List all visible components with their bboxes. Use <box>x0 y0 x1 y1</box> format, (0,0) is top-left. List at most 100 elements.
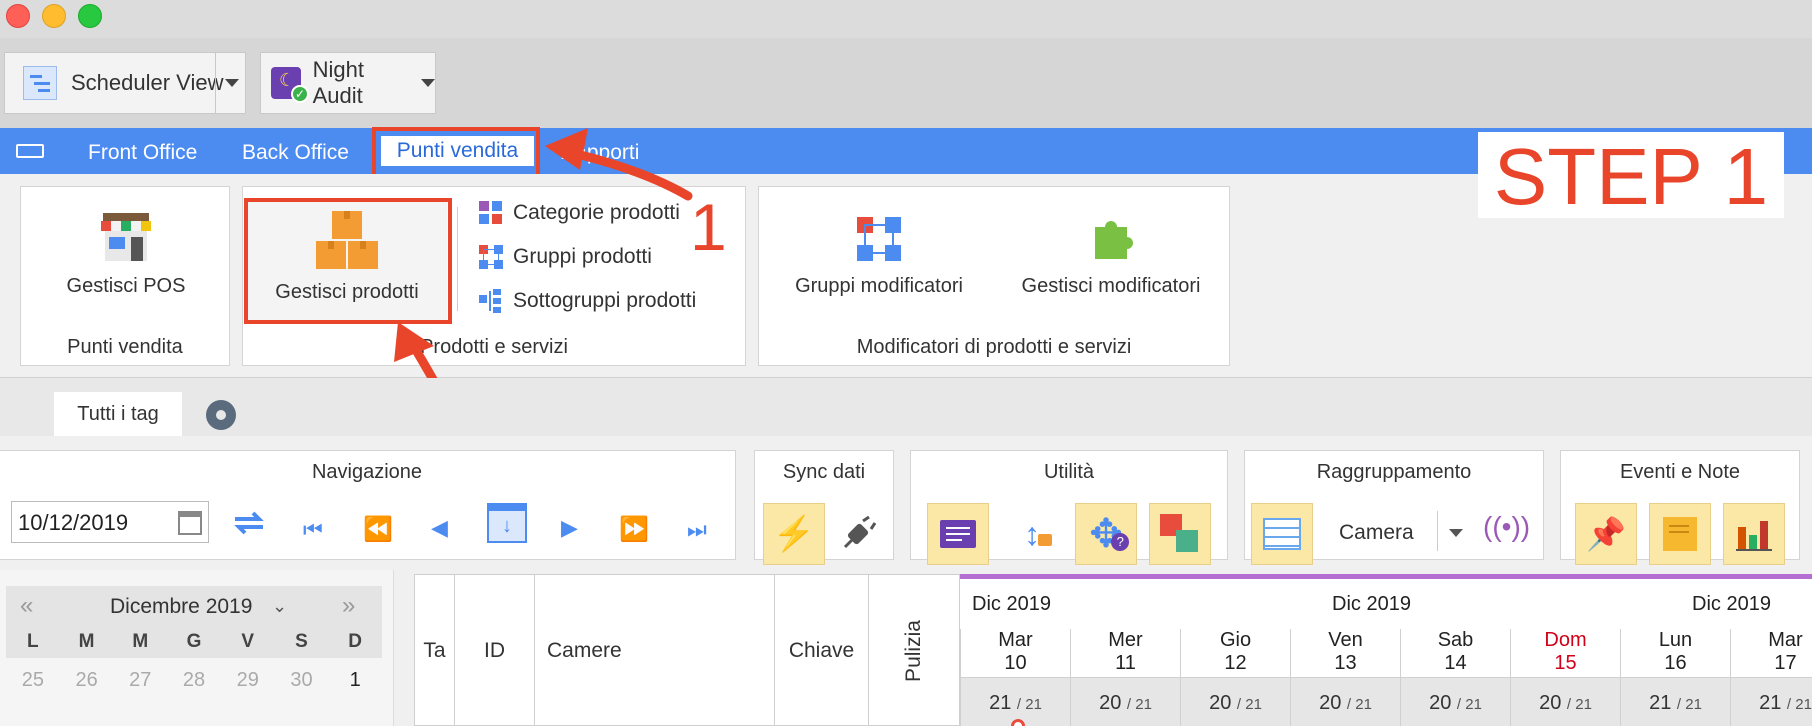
gestisci-pos-button[interactable]: Gestisci POS <box>21 201 231 301</box>
highlight-menu-rect <box>372 127 540 179</box>
calendar-day[interactable]: 28 <box>167 662 221 698</box>
gear-icon[interactable] <box>206 400 236 430</box>
gestisci-modificatori-button[interactable]: Gestisci modificatori <box>999 201 1223 301</box>
panel-eventi-note: Eventi e Note 📌 <box>1560 450 1800 565</box>
first-page-icon[interactable]: ⏮ <box>303 517 323 543</box>
night-audit-button[interactable]: ☾ ✓ Night Audit <box>260 52 436 114</box>
grouping-table-button[interactable] <box>1251 503 1313 565</box>
categorie-prodotti-item[interactable]: Categorie prodotti <box>479 201 680 225</box>
last-page-icon[interactable]: ⏭ <box>687 517 707 543</box>
tags-bar: Tutti i tag <box>0 378 1812 436</box>
occupancy-value: 20 <box>1209 692 1232 714</box>
scheduler-view-label: Scheduler View <box>71 70 224 95</box>
chevron-down-icon[interactable]: ⌄ <box>272 596 287 617</box>
timeline-day-name: Ven <box>1328 629 1363 651</box>
calendar-day[interactable]: 1 <box>328 662 382 698</box>
swap-button[interactable] <box>1149 503 1211 565</box>
today-calendar-icon[interactable]: ↓ <box>487 503 527 543</box>
timeline-day-number: 16 <box>1664 652 1687 674</box>
column-header-pulizia[interactable]: Pulizia <box>869 575 959 726</box>
occupancy-value: 21 <box>1649 692 1672 714</box>
note-button[interactable] <box>1649 503 1711 565</box>
timeline-day-column[interactable]: Lun 16 21 / 21 <box>1620 629 1730 726</box>
panel-title-raggruppamento: Raggruppamento <box>1316 461 1472 483</box>
forward-icon[interactable]: ▶ <box>561 515 578 541</box>
sottogruppi-prodotti-item[interactable]: Sottogruppi prodotti <box>479 289 696 313</box>
pin-button[interactable]: 📌 <box>1575 503 1637 565</box>
calendar-day[interactable]: 29 <box>221 662 275 698</box>
occupancy-total: / 21 <box>1016 696 1042 713</box>
scheduler-view-button[interactable]: Scheduler View <box>4 52 246 114</box>
timeline-header: Dic 2019 Dic 2019 Dic 2019 Mar 10 21 / 21 M… <box>960 574 1812 726</box>
column-header-ta[interactable]: Ta <box>415 575 455 726</box>
timeline-day-name: Sab <box>1437 629 1474 651</box>
weekday-label: V <box>241 631 255 652</box>
timeline-day-number: 17 <box>1774 652 1797 674</box>
ribbon-group-modificatori: Gruppi modificatori Gestisci modificator… <box>758 186 1230 366</box>
tab-tutti-i-tag[interactable]: Tutti i tag <box>54 392 182 436</box>
timeline-day-occupancy: 20 / 21 <box>1401 677 1510 726</box>
sync-lightning-button[interactable]: ⚡ <box>763 503 825 565</box>
timeline-day-column[interactable]: Mer 11 20 / 21 <box>1070 629 1180 726</box>
timeline-day-column[interactable]: Mar 10 21 / 21 <box>960 629 1070 726</box>
chevron-down-icon[interactable] <box>225 79 239 87</box>
panel-title-utilita: Utilità <box>1043 461 1094 483</box>
panel-sync-dati: Sync dati ⚡ <box>754 450 894 565</box>
menu-back-office[interactable]: Back Office <box>242 141 349 165</box>
chart-button[interactable] <box>1723 503 1785 565</box>
chevron-down-icon[interactable] <box>1449 529 1463 537</box>
gruppi-modificatori-button[interactable]: Gruppi modificatori <box>769 201 989 301</box>
messages-button[interactable] <box>927 503 989 565</box>
occupancy-value: 21 <box>989 692 1012 714</box>
calendar-day[interactable]: 26 <box>60 662 114 698</box>
calendar-icon[interactable] <box>178 511 202 535</box>
moon-icon: ☾ ✓ <box>271 67 309 103</box>
next-month-icon[interactable]: » <box>342 592 355 620</box>
timeline-day-column[interactable]: Sab 14 20 / 21 <box>1400 629 1510 726</box>
timeline-day-column[interactable]: Ven 13 20 / 21 <box>1290 629 1400 726</box>
timeline-day-occupancy: 20 / 21 <box>1511 677 1620 726</box>
column-header-chiave[interactable]: Chiave <box>775 575 869 726</box>
store-icon <box>101 213 151 261</box>
calendar-day[interactable]: 27 <box>113 662 167 698</box>
pushpin-icon: 📌 <box>1586 516 1626 552</box>
timeline-day-number: 15 <box>1554 652 1577 674</box>
panel-title-sync: Sync dati <box>782 461 866 483</box>
timeline-day-occupancy: 21 / 21 <box>1621 677 1730 726</box>
calendar-day[interactable]: 25 <box>6 662 60 698</box>
timeline-day-name: Lun <box>1658 629 1693 651</box>
back-icon[interactable]: ◀ <box>431 515 448 541</box>
menu-rapporti[interactable]: Rapporti <box>560 141 639 165</box>
date-field[interactable]: 10/12/2019 <box>11 501 209 543</box>
prev-month-icon[interactable]: « <box>20 592 33 620</box>
broadcast-icon[interactable]: ((•)) <box>1483 511 1530 543</box>
gruppi-prodotti-item[interactable]: Gruppi prodotti <box>479 245 652 269</box>
zoom-window-button[interactable] <box>78 4 102 28</box>
menu-front-office[interactable]: Front Office <box>88 141 197 165</box>
calendar-month-label[interactable]: Dicembre 2019 <box>110 595 252 619</box>
fast-back-icon[interactable]: ⏪ <box>363 515 393 544</box>
refresh-icon[interactable] <box>229 503 269 543</box>
occupancy-total: / 21 <box>1786 696 1812 713</box>
occupancy-value: 20 <box>1099 692 1122 714</box>
categorie-prodotti-label: Categorie prodotti <box>513 201 680 224</box>
timeline-day-column[interactable]: Dom 15 20 / 21 <box>1510 629 1620 726</box>
timeline-month-label: Dic 2019 <box>1692 593 1771 615</box>
close-window-button[interactable] <box>6 4 30 28</box>
fast-forward-icon[interactable]: ⏩ <box>619 515 649 544</box>
panel-utilita: Utilità ↕ ✥? <box>910 450 1228 565</box>
timeline-day-occupancy: 21 / 21 <box>1731 677 1812 726</box>
panel-raggruppamento: Raggruppamento Camera ((•)) <box>1244 450 1544 565</box>
height-lock-button[interactable]: ↕ <box>1001 503 1063 565</box>
column-header-id[interactable]: ID <box>455 575 535 726</box>
plug-button[interactable] <box>827 503 889 565</box>
grouping-select-value[interactable]: Camera <box>1339 521 1414 545</box>
timeline-day-column[interactable]: Gio 12 20 / 21 <box>1180 629 1290 726</box>
column-header-camere[interactable]: Camere <box>535 575 775 726</box>
timeline-day-column[interactable]: Mar 17 21 / 21 <box>1730 629 1812 726</box>
weekday-label: S <box>295 631 308 652</box>
move-help-button[interactable]: ✥? <box>1075 503 1137 565</box>
keyboard-icon[interactable] <box>16 144 44 158</box>
calendar-day[interactable]: 30 <box>275 662 329 698</box>
minimize-window-button[interactable] <box>42 4 66 28</box>
